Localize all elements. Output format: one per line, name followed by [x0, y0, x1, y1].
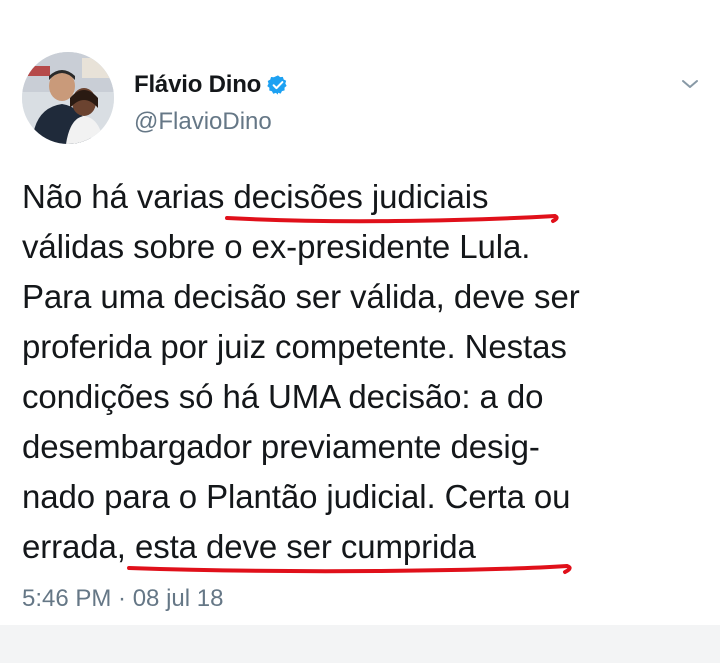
tweet-text: Não há varias decisões judiciais válidas…: [22, 172, 702, 574]
tweet-text-line: proferida por juiz competente. Nestas: [22, 322, 702, 372]
text-segment: válidas sobre o ex-presidente Lula.: [22, 228, 531, 265]
bottom-divider-band: [0, 625, 720, 663]
tweet-text-line: errada, esta deve ser cumprida: [22, 522, 702, 574]
underlined-phrase: esta deve ser cumprida: [126, 522, 572, 574]
tweet-timestamp[interactable]: 5:46 PM · 08 jul 18: [22, 585, 223, 613]
verified-badge-icon: [267, 74, 289, 96]
author-name-row: Flávio Dino: [134, 68, 289, 102]
red-underline-annotation: [126, 563, 572, 574]
text-segment: errada,: [22, 528, 135, 565]
tweet-text-line: nado para o Plantão judicial. Certa ou: [22, 472, 702, 522]
text-segment: nado para o Plantão judicial. Certa ou: [22, 478, 571, 515]
tweet-text-line: desembargador previamente desig-: [22, 422, 702, 472]
author-handle[interactable]: @FlavioDino: [134, 108, 272, 136]
avatar[interactable]: [22, 52, 114, 144]
text-segment: condições só há UMA decisão: a do: [22, 378, 544, 415]
tweet-text-line: condições só há UMA decisão: a do: [22, 372, 702, 422]
tweet-text-line: Para uma decisão ser válida, deve ser: [22, 272, 702, 322]
text-segment: proferida por juiz competente. Nestas: [22, 328, 567, 365]
author-display-name[interactable]: Flávio Dino: [134, 71, 261, 99]
avatar-image: [22, 52, 114, 144]
underlined-phrase: decisões judiciais: [225, 172, 559, 224]
tweet-text-line: Não há varias decisões judiciais: [22, 172, 702, 224]
text-segment: desembargador previamente desig-: [22, 428, 540, 465]
text-segment: Para uma decisão ser válida, deve ser: [22, 278, 580, 315]
tweet-text-line: válidas sobre o ex-presidente Lula.: [22, 222, 702, 272]
chevron-down-icon[interactable]: [678, 72, 702, 96]
tweet-card: Flávio Dino @FlavioDino Não há varias de…: [0, 0, 720, 663]
text-segment: Não há varias: [22, 178, 234, 215]
